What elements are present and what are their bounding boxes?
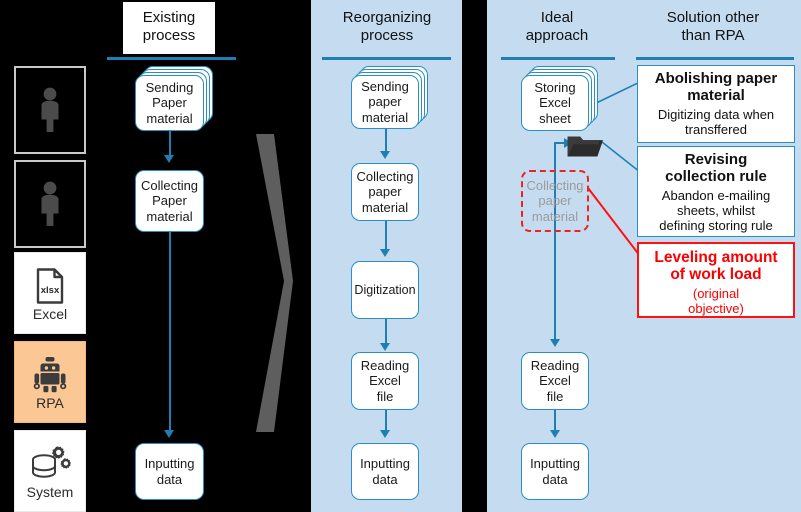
step-box-storing-excel-sheet[interactable]: Storing Excel sheet <box>521 75 589 131</box>
connector-arrow-c2-4 <box>380 430 390 438</box>
step-label: Inputting data <box>530 456 580 487</box>
rail-item-person-2[interactable] <box>14 160 86 248</box>
step-label: Collecting paper material <box>356 169 414 215</box>
header-underline-reorganizing <box>322 57 451 60</box>
folder-icon <box>567 136 603 157</box>
step-label: Inputting data <box>360 456 410 487</box>
connector-c1-2 <box>168 232 171 434</box>
robot-icon <box>33 356 67 392</box>
column-title-line1: Reorganizing <box>342 9 432 26</box>
step-box-inputting-data[interactable]: Inputting data <box>135 443 204 500</box>
column-title-line1: Ideal <box>540 9 574 26</box>
column-header-solution-other-than-rpa: Solution other than RPA <box>632 2 794 54</box>
column-header-reorganizing-process: Reorganizing process <box>318 2 456 54</box>
step-label: Inputting data <box>144 456 195 487</box>
svg-text:xlsx: xlsx <box>41 285 60 296</box>
header-underline-solution <box>636 57 794 60</box>
step-label: Collecting Paper material <box>140 178 199 224</box>
column-title-line1: Existing <box>142 9 196 26</box>
header-underline-existing <box>107 57 236 60</box>
column-header-ideal-approach: Ideal approach <box>497 2 617 54</box>
connector-arrow-c3-1 <box>549 339 560 347</box>
callout-heading: Leveling amount of work load <box>654 249 778 284</box>
callout-heading: Revising collection rule <box>665 151 767 185</box>
connector-arrow-c2-3 <box>380 343 390 351</box>
column-title-line2: than RPA <box>681 27 745 45</box>
column-title-line2: process <box>360 27 414 45</box>
step-box-digitization[interactable]: Digitization <box>351 261 419 319</box>
step-box-reading-excel-file-2[interactable]: Reading Excel file <box>351 352 419 410</box>
column-title-line2: process <box>142 27 196 45</box>
step-box-collecting-paper-material-removed[interactable]: Collecting paper material <box>521 170 589 232</box>
connector-arrow-c1-2 <box>164 430 174 438</box>
rail-item-label: Excel <box>32 305 68 322</box>
step-box-sending-paper-material[interactable]: Sending Paper material <box>135 75 204 131</box>
rail-item-label: System <box>26 483 74 500</box>
rail-item-system[interactable]: System <box>14 430 86 512</box>
step-label: Collecting paper material <box>526 178 584 224</box>
column-title-line2: approach <box>525 27 589 45</box>
rail-item-label: RPA <box>36 394 64 411</box>
step-box-reading-excel-file-3[interactable]: Reading Excel file <box>521 352 589 410</box>
connector-arrow-c2-2 <box>380 249 390 257</box>
step-label: Storing Excel sheet <box>534 80 576 126</box>
excel-file-icon: xlsx <box>36 267 64 304</box>
transformation-arrow <box>256 134 293 432</box>
callout-leveling-amount-of-work-load[interactable]: Leveling amount of work load (original o… <box>637 242 795 318</box>
database-gears-icon <box>32 445 71 478</box>
callout-heading: Abolishing paper material <box>654 70 778 104</box>
connector-arrow-c2-1 <box>380 151 390 159</box>
rail-item-person-1[interactable] <box>14 66 86 154</box>
rail-item-excel[interactable]: xlsx Excel <box>14 252 86 334</box>
callout-subtext: Digitizing data when transffered <box>657 106 775 137</box>
diagram-canvas: xlsx Excel RPA System Existing process R… <box>0 0 801 512</box>
step-box-inputting-data-2[interactable]: Inputting data <box>351 443 419 500</box>
step-label: Sending Paper material <box>145 80 194 126</box>
step-box-inputting-data-3[interactable]: Inputting data <box>521 443 589 500</box>
step-label: Reading Excel file <box>360 358 410 404</box>
step-label: Sending paper material <box>361 79 409 125</box>
column-title-line1: Solution other <box>666 9 760 26</box>
step-box-collecting-paper-material-2[interactable]: Collecting paper material <box>351 163 419 221</box>
step-label: Reading Excel file <box>530 358 580 404</box>
column-header-existing-process: Existing process <box>123 2 215 54</box>
rail-item-rpa[interactable]: RPA <box>14 341 86 423</box>
callout-subtext: Abandon e-mailing sheets, whilst definin… <box>659 187 773 233</box>
step-box-sending-paper-material-2[interactable]: Sending paper material <box>351 75 419 129</box>
step-label: Digitization <box>354 282 416 297</box>
connector-arrow-c3-2 <box>549 430 560 438</box>
person-icon <box>41 87 59 132</box>
callout-subtext: (original objective) <box>688 285 744 316</box>
connector-arrow-c1-1 <box>164 155 174 163</box>
callout-revising-collection-rule[interactable]: Revising collection rule Abandon e-maili… <box>637 146 795 237</box>
person-icon <box>41 181 59 226</box>
step-box-collecting-paper-material[interactable]: Collecting Paper material <box>135 170 204 232</box>
callout-abolishing-paper-material[interactable]: Abolishing paper material Digitizing dat… <box>637 65 795 143</box>
